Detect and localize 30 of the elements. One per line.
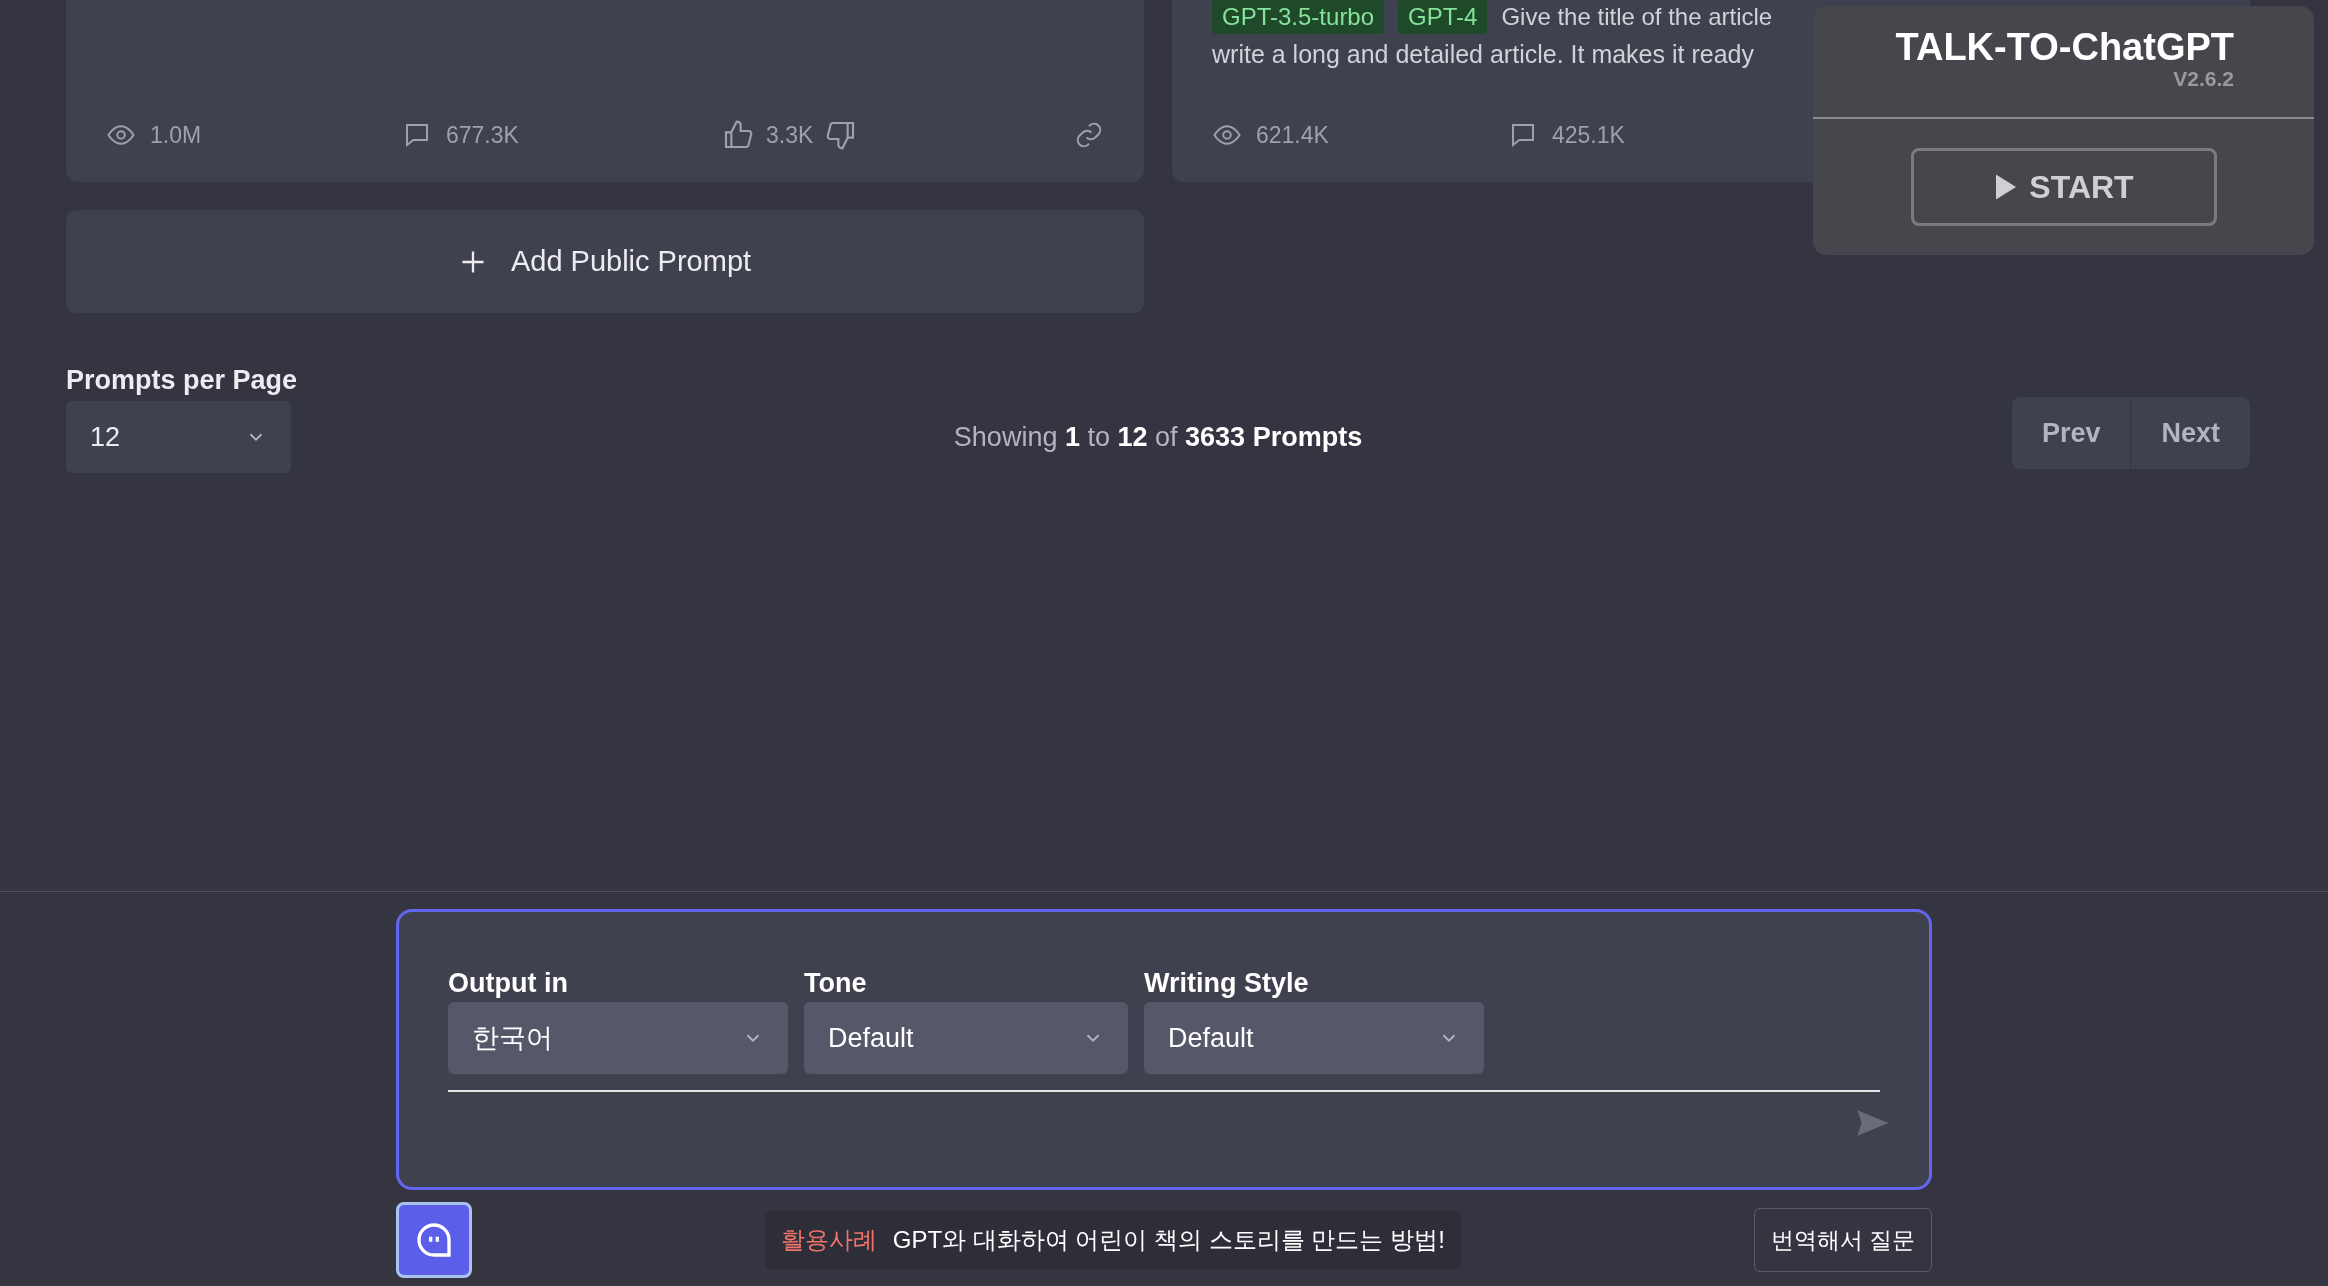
translate-ask-button[interactable]: 번역해서 질문: [1753, 1208, 1932, 1272]
select-label: Writing Style: [1144, 967, 1310, 1000]
next-button[interactable]: Next: [2131, 397, 2250, 469]
extension-version: V2.6.2: [2173, 68, 2234, 90]
ghost-face-icon: [414, 1220, 454, 1260]
option-select[interactable]: 한국어: [448, 1002, 788, 1074]
tip-link[interactable]: GPT와 대화하여 어린이 책의 스토리를 만드는 방법!: [892, 1222, 1445, 1258]
extension-title: TALK-TO-ChatGPT: [1895, 26, 2234, 68]
model-tag: GPT-4: [1398, 0, 1488, 34]
results-summary: Showing 1 to 12 of 3633 Prompts: [953, 420, 1363, 454]
view-count: 621.4K: [1256, 120, 1329, 150]
comment-count: 677.3K: [446, 120, 519, 150]
like-count: 3.3K: [766, 120, 814, 150]
model-tag: GPT-3.5-turbo: [1212, 0, 1385, 34]
select-label: Tone: [804, 967, 868, 1000]
view-count: 1.0M: [150, 120, 202, 150]
select-label: Output in: [448, 967, 569, 1000]
assistant-avatar-button[interactable]: [396, 1202, 472, 1278]
prompt-description: write a long and detailed article. It makes it ready: [1212, 39, 1754, 70]
comment-count: 425.1K: [1552, 120, 1625, 150]
prompt-description: Give the title of the article: [1501, 2, 1773, 32]
option-select[interactable]: Default: [1144, 1002, 1484, 1074]
option-select[interactable]: Default: [804, 1002, 1128, 1074]
per-page-label: Prompts per Page: [66, 364, 299, 397]
add-public-prompt-button[interactable]: Add Public Prompt: [66, 210, 1144, 313]
per-page-select[interactable]: 12: [66, 401, 291, 473]
start-button[interactable]: START: [1910, 148, 2217, 226]
tip-tag: 활용사례: [780, 1222, 877, 1258]
prev-button[interactable]: Prev: [2011, 397, 2132, 469]
thumbs-up-icon[interactable]: [722, 118, 754, 151]
